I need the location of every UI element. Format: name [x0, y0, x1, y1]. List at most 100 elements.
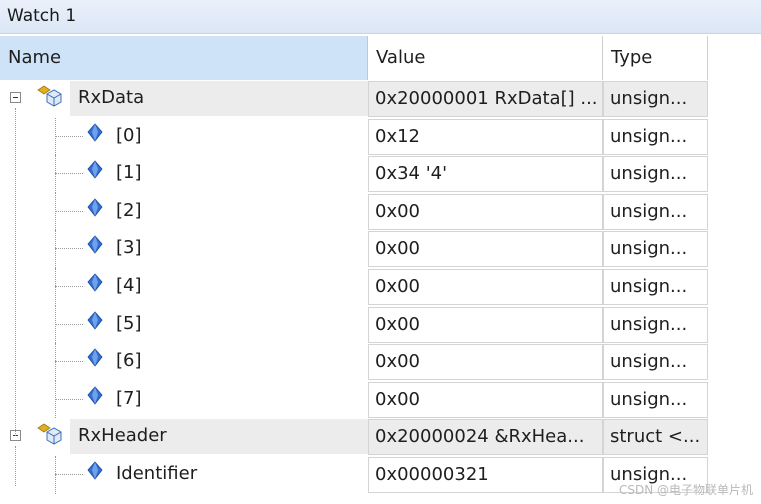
watch-row-child[interactable]: [4] 0x00 unsign...: [0, 268, 708, 306]
watch-row-child[interactable]: [6] 0x00 unsign...: [0, 343, 708, 381]
type-cell: struct <...: [603, 419, 708, 456]
name-cell[interactable]: Identifier: [0, 456, 368, 494]
column-header-value[interactable]: Value: [368, 36, 603, 80]
variable-name: [3]: [116, 237, 142, 259]
name-cell[interactable]: RxHeader: [0, 418, 368, 455]
tree-line: [55, 286, 83, 287]
watch-row-parent[interactable]: RxData 0x20000001 RxData[] ... unsign...: [0, 80, 708, 117]
watch-row-child[interactable]: Identifier 0x00000321 unsign...: [0, 456, 708, 494]
watermark: CSDN @电子物联单片机: [618, 483, 753, 497]
type-text: struct <...: [610, 426, 701, 448]
value-cell[interactable]: 0x00: [368, 381, 603, 418]
value-text: 0x00: [375, 313, 421, 335]
name-cell[interactable]: [5]: [0, 305, 368, 344]
value-cell[interactable]: 0x12: [368, 118, 603, 155]
watch-row-child[interactable]: [1] 0x34 '4' unsign...: [0, 155, 708, 193]
value-text: 0x00: [375, 238, 421, 260]
value-cell[interactable]: 0x20000024 &RxHea...: [368, 419, 603, 456]
variable-name: [2]: [116, 199, 142, 221]
type-text: unsign...: [610, 88, 688, 109]
variable-name: Identifier: [116, 463, 198, 484]
type-text: unsign...: [610, 125, 688, 147]
type-cell: unsign...: [603, 344, 708, 381]
name-cell[interactable]: [6]: [0, 343, 368, 381]
type-text: unsign...: [610, 163, 688, 185]
value-cell[interactable]: 0x00: [368, 344, 603, 381]
variable-name: [5]: [116, 312, 142, 334]
tree-line: [55, 210, 83, 212]
watch-window-title-bar: Watch 1: [0, 0, 761, 34]
column-header-type[interactable]: Type: [603, 36, 708, 80]
value-text: 0x34 '4': [375, 163, 448, 185]
variable-name: RxHeader: [78, 425, 167, 447]
type-text: unsign...: [610, 238, 688, 260]
name-cell[interactable]: [3]: [0, 230, 368, 268]
type-cell: unsign...: [603, 156, 708, 193]
struct-object-icon: [37, 85, 62, 107]
value-cell[interactable]: 0x00: [368, 231, 603, 268]
variable-icon: [87, 160, 103, 179]
tree-line: [55, 474, 83, 475]
watch-row-child[interactable]: [5] 0x00 unsign...: [0, 305, 708, 344]
type-cell: unsign...: [603, 381, 708, 418]
tree-line: [55, 361, 83, 363]
variable-icon: [87, 273, 103, 292]
type-cell: unsign...: [603, 231, 708, 268]
value-text: 0x12: [375, 125, 421, 147]
value-cell[interactable]: 0x00000321: [368, 457, 603, 493]
name-cell[interactable]: [2]: [0, 192, 368, 231]
name-cell[interactable]: [7]: [0, 380, 368, 419]
value-text: 0x00: [375, 388, 421, 410]
variable-icon: [87, 348, 103, 367]
watch-row-parent[interactable]: RxHeader 0x20000024 &RxHea... struct <...: [0, 418, 708, 456]
type-text: unsign...: [610, 313, 688, 335]
type-text: unsign...: [610, 200, 688, 222]
tree-line: [55, 135, 83, 137]
variable-icon: [87, 122, 103, 142]
watch-row-child[interactable]: [7] 0x00 unsign...: [0, 380, 708, 419]
variable-name: RxData: [78, 87, 145, 108]
watch-row-child[interactable]: [3] 0x00 unsign...: [0, 230, 708, 268]
variable-name: [6]: [116, 350, 142, 372]
watch-window-title: Watch 1: [7, 6, 77, 26]
variable-name: [1]: [116, 162, 142, 184]
tree-line: [55, 173, 83, 175]
name-cell[interactable]: RxData: [0, 80, 368, 117]
value-text: 0x00: [375, 351, 421, 373]
value-text: 0x00: [375, 276, 421, 297]
type-text: unsign...: [610, 351, 688, 373]
tree-line: [55, 398, 83, 400]
variable-icon: [87, 386, 103, 405]
value-cell[interactable]: 0x00: [368, 269, 603, 305]
name-cell[interactable]: [0]: [0, 117, 368, 156]
variable-icon: [87, 235, 103, 255]
variable-name: [0]: [116, 124, 142, 146]
type-cell: unsign...: [603, 306, 708, 343]
tree-line: [55, 323, 83, 325]
variable-icon: [87, 198, 103, 217]
value-text: 0x00000321: [375, 464, 489, 485]
type-cell: unsign...: [603, 269, 708, 305]
name-cell[interactable]: [4]: [0, 268, 368, 306]
tree-line: [55, 248, 83, 250]
watch-row-child[interactable]: [0] 0x12 unsign...: [0, 117, 708, 156]
type-cell: unsign...: [603, 118, 708, 155]
value-cell[interactable]: 0x00: [368, 193, 603, 230]
name-cell[interactable]: [1]: [0, 155, 368, 193]
value-cell[interactable]: 0x20000001 RxData[] ...: [368, 81, 603, 117]
value-cell[interactable]: 0x00: [368, 306, 603, 343]
value-text: 0x20000024 &RxHea...: [375, 426, 585, 448]
type-cell: unsign...: [603, 81, 708, 117]
column-header-name[interactable]: Name: [0, 36, 368, 80]
value-cell[interactable]: 0x34 '4': [368, 156, 603, 193]
value-text: 0x20000001 RxData[] ...: [375, 88, 598, 109]
value-text: 0x00: [375, 200, 421, 222]
type-cell: unsign...: [603, 193, 708, 230]
variable-name: [4]: [116, 275, 142, 296]
type-text: unsign...: [610, 276, 688, 297]
watch-row-child[interactable]: [2] 0x00 unsign...: [0, 192, 708, 231]
variable-name: [7]: [116, 387, 142, 409]
collapse-toggle-icon[interactable]: [10, 92, 21, 103]
type-text: unsign...: [610, 388, 688, 410]
variable-icon: [87, 461, 103, 480]
